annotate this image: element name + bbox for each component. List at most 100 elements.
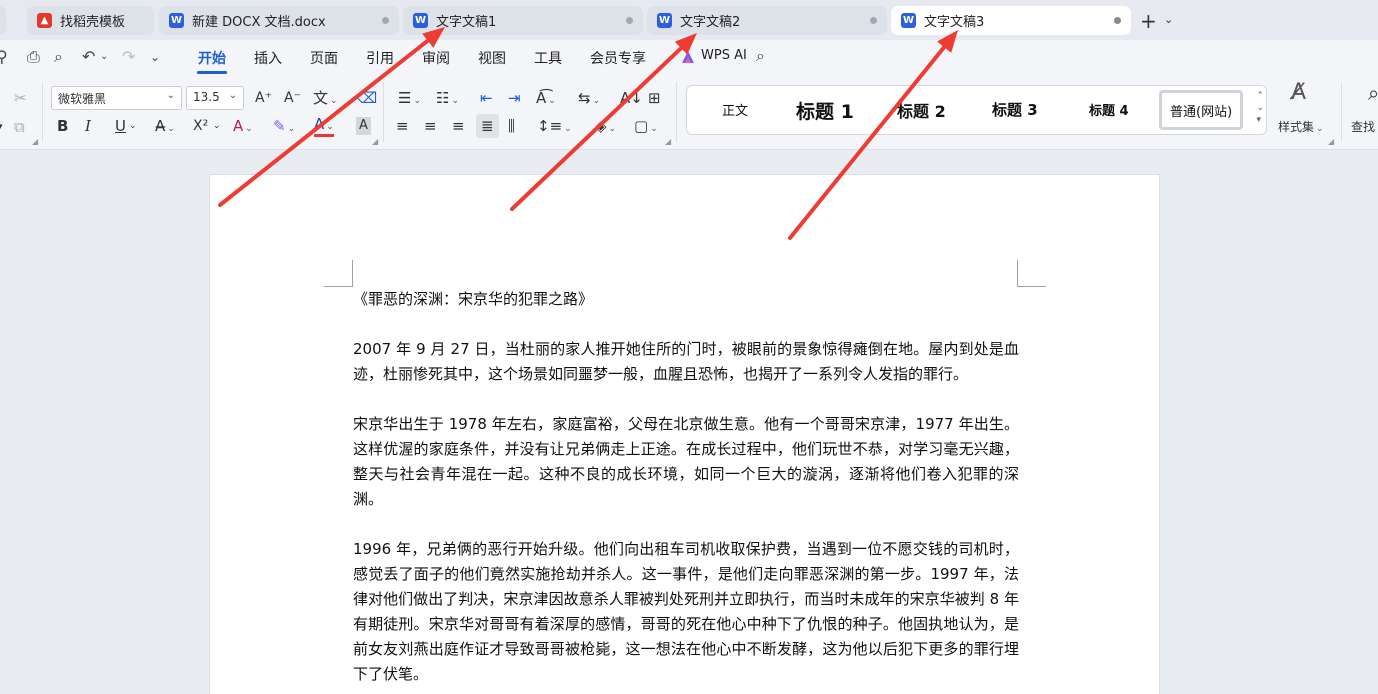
divider: [42, 82, 43, 142]
shrink-font-icon[interactable]: A⁻: [284, 89, 301, 107]
tab-doc3[interactable]: W 文字文稿3: [891, 6, 1131, 35]
print-preview-icon[interactable]: ⌕: [54, 47, 63, 67]
paragraph-launcher-icon[interactable]: ◢: [665, 137, 671, 146]
text-direction-icon[interactable]: ⇆ ⌄: [578, 89, 600, 110]
paste-dropdown-icon[interactable]: ▾: [0, 118, 3, 136]
menu-reference[interactable]: 引用: [366, 48, 394, 68]
font-size-combo[interactable]: 13.5 ⌄: [186, 86, 244, 110]
styles-launcher-icon[interactable]: ◢: [1328, 137, 1334, 146]
style-set-icon[interactable]: A̸: [1291, 82, 1306, 104]
show-marks-icon[interactable]: ⊞: [648, 89, 661, 107]
document-body[interactable]: 《罪恶的深渊：宋京华的犯罪之路》 2007 年 9 月 27 日，当杜丽的家人推…: [353, 287, 1019, 694]
tab-home[interactable]: [0, 6, 6, 35]
line-spacing-icon[interactable]: ↕≡ ⌄: [537, 117, 572, 138]
grow-font-icon[interactable]: A⁺: [255, 89, 272, 107]
find-replace-icon[interactable]: ⌕: [1368, 83, 1378, 103]
style-gallery-scroll-icon[interactable]: ⌃ ⌄ ▾: [1256, 90, 1264, 126]
menu-insert[interactable]: 插入: [254, 48, 282, 68]
font-color-icon[interactable]: A ⌄: [314, 117, 334, 137]
clipboard-launcher-icon[interactable]: ◢: [32, 137, 38, 146]
cut-icon[interactable]: ✂: [14, 89, 27, 107]
tab-new-docx[interactable]: W 新建 DOCX 文档.docx: [159, 6, 399, 35]
underline-icon[interactable]: U: [115, 117, 126, 135]
font-name-combo[interactable]: 微软雅黑 ⌄: [51, 86, 182, 110]
align-left-icon[interactable]: ≡: [396, 117, 409, 135]
document-paragraph: 2007 年 9 月 27 日，当杜丽的家人推开她住所的门时，被眼前的景象惊得瘫…: [353, 340, 1019, 383]
font-size-value: 13.5: [193, 90, 220, 104]
chinese-layout-icon[interactable]: A͡ ⌄: [536, 89, 556, 110]
new-tab-icon[interactable]: +: [1140, 9, 1157, 33]
style-heading-4[interactable]: 标题 4: [1089, 100, 1129, 119]
tab-doc2[interactable]: W 文字文稿2: [647, 6, 887, 35]
print-icon[interactable]: ⎙: [27, 47, 40, 67]
menu-wps-ai[interactable]: WPS AI: [701, 48, 747, 63]
margin-corner-mark: [1017, 260, 1046, 287]
copy-icon[interactable]: ⧉: [14, 118, 25, 136]
style-normal[interactable]: 正文: [722, 100, 748, 119]
style-heading-2[interactable]: 标题 2: [897, 98, 946, 122]
document-page[interactable]: 《罪恶的深渊：宋京华的犯罪之路》 2007 年 9 月 27 日，当杜丽的家人推…: [209, 174, 1160, 694]
bullet-list-icon[interactable]: ☰ ⌄: [398, 89, 421, 110]
sort-icon[interactable]: A↓: [620, 89, 643, 107]
document-title: 《罪恶的深渊：宋京华的犯罪之路》: [353, 290, 594, 308]
tab-close-icon[interactable]: [382, 17, 389, 24]
align-right-icon[interactable]: ≡: [452, 117, 465, 135]
italic-icon[interactable]: I: [85, 117, 91, 135]
tab-label: 文字文稿1: [436, 15, 497, 30]
tab-docer[interactable]: ▲ 找稻壳模板: [27, 6, 154, 35]
document-paragraph: 1996 年，兄弟俩的恶行开始升级。他们向出租车司机收取保护费，当遇到一位不愿交…: [353, 540, 1019, 683]
document-canvas[interactable]: 《罪恶的深渊：宋京华的犯罪之路》 2007 年 9 月 27 日，当杜丽的家人推…: [0, 150, 1378, 694]
tab-bar: ▲ 找稻壳模板 W 新建 DOCX 文档.docx W 文字文稿1 W 文字文稿…: [0, 0, 1378, 40]
tab-close-icon[interactable]: [1114, 17, 1121, 24]
style-heading-3[interactable]: 标题 3: [992, 99, 1038, 120]
tab-close-icon[interactable]: [870, 17, 877, 24]
menu-member[interactable]: 会员专享: [590, 48, 646, 68]
find-replace-label[interactable]: 查找: [1351, 118, 1375, 136]
decrease-indent-icon[interactable]: ⇤: [480, 89, 493, 107]
divider: [1341, 82, 1342, 142]
menu-tools[interactable]: 工具: [534, 48, 562, 68]
menu-home[interactable]: 开始: [198, 48, 226, 68]
redo-icon[interactable]: ↷: [122, 47, 135, 66]
bold-icon[interactable]: B: [57, 117, 68, 135]
divider: [676, 82, 677, 142]
tab-list-chevron-icon[interactable]: ⌄: [1164, 13, 1173, 26]
document-paragraph: 宋京华出生于 1978 年左右，家庭富裕，父母在北京做生意。他有一个哥哥宋京津，…: [353, 415, 1019, 508]
increase-indent-icon[interactable]: ⇥: [508, 89, 521, 107]
ribbon-toolbar: ✂ ⧉ ▾ ◢ 微软雅黑 ⌄ 13.5 ⌄ A⁺ A⁻ 文 ⌄ ⌫ B I U ⌄…: [0, 74, 1378, 150]
distributed-align-icon[interactable]: ⫼: [508, 117, 515, 135]
word-doc-icon: W: [657, 13, 672, 28]
style-normal-web[interactable]: 普通(网站): [1159, 90, 1244, 130]
menu-review[interactable]: 审阅: [422, 48, 450, 68]
menu-page[interactable]: 页面: [310, 48, 338, 68]
share-icon[interactable]: ⚲: [0, 47, 8, 66]
underline-dropdown-icon[interactable]: ⌄: [129, 117, 137, 135]
style-set-button[interactable]: 样式集 ⌄: [1278, 118, 1324, 138]
superscript-dropdown-icon[interactable]: ⌄: [213, 117, 221, 135]
shading-icon[interactable]: ◈ ⌄: [595, 117, 616, 138]
search-icon[interactable]: ⌕: [756, 46, 765, 66]
chevron-down-icon: ⌄: [166, 90, 175, 101]
more-quick-access-icon[interactable]: ⌄: [150, 50, 160, 64]
tab-label: 文字文稿3: [924, 15, 985, 30]
char-shading-icon[interactable]: A: [356, 117, 371, 135]
font-launcher-icon[interactable]: ◢: [372, 137, 378, 146]
numbered-list-icon[interactable]: ☷ ⌄: [436, 89, 459, 110]
tab-doc1[interactable]: W 文字文稿1: [403, 6, 643, 35]
undo-icon[interactable]: ↶: [82, 47, 95, 66]
style-heading-1[interactable]: 标题 1: [796, 97, 854, 124]
align-center-icon[interactable]: ≡: [424, 117, 437, 135]
tab-label: 文字文稿2: [680, 15, 741, 30]
text-effect-icon[interactable]: A ⌄: [233, 117, 253, 138]
tab-label: 找稻壳模板: [60, 15, 126, 30]
clear-format-icon[interactable]: ⌫: [356, 89, 377, 107]
highlight-icon[interactable]: ✎ ⌄: [273, 117, 295, 138]
undo-dropdown-icon[interactable]: ⌄: [100, 51, 108, 62]
phonetic-guide-icon[interactable]: 文 ⌄: [313, 89, 338, 110]
justify-icon[interactable]: ≣: [476, 114, 499, 138]
strikethrough-icon[interactable]: A̶ ⌄: [155, 117, 175, 138]
superscript-icon[interactable]: X²: [193, 117, 208, 135]
tab-close-icon[interactable]: [626, 17, 633, 24]
menu-view[interactable]: 视图: [478, 48, 506, 68]
borders-icon[interactable]: ▢ ⌄: [634, 117, 658, 138]
